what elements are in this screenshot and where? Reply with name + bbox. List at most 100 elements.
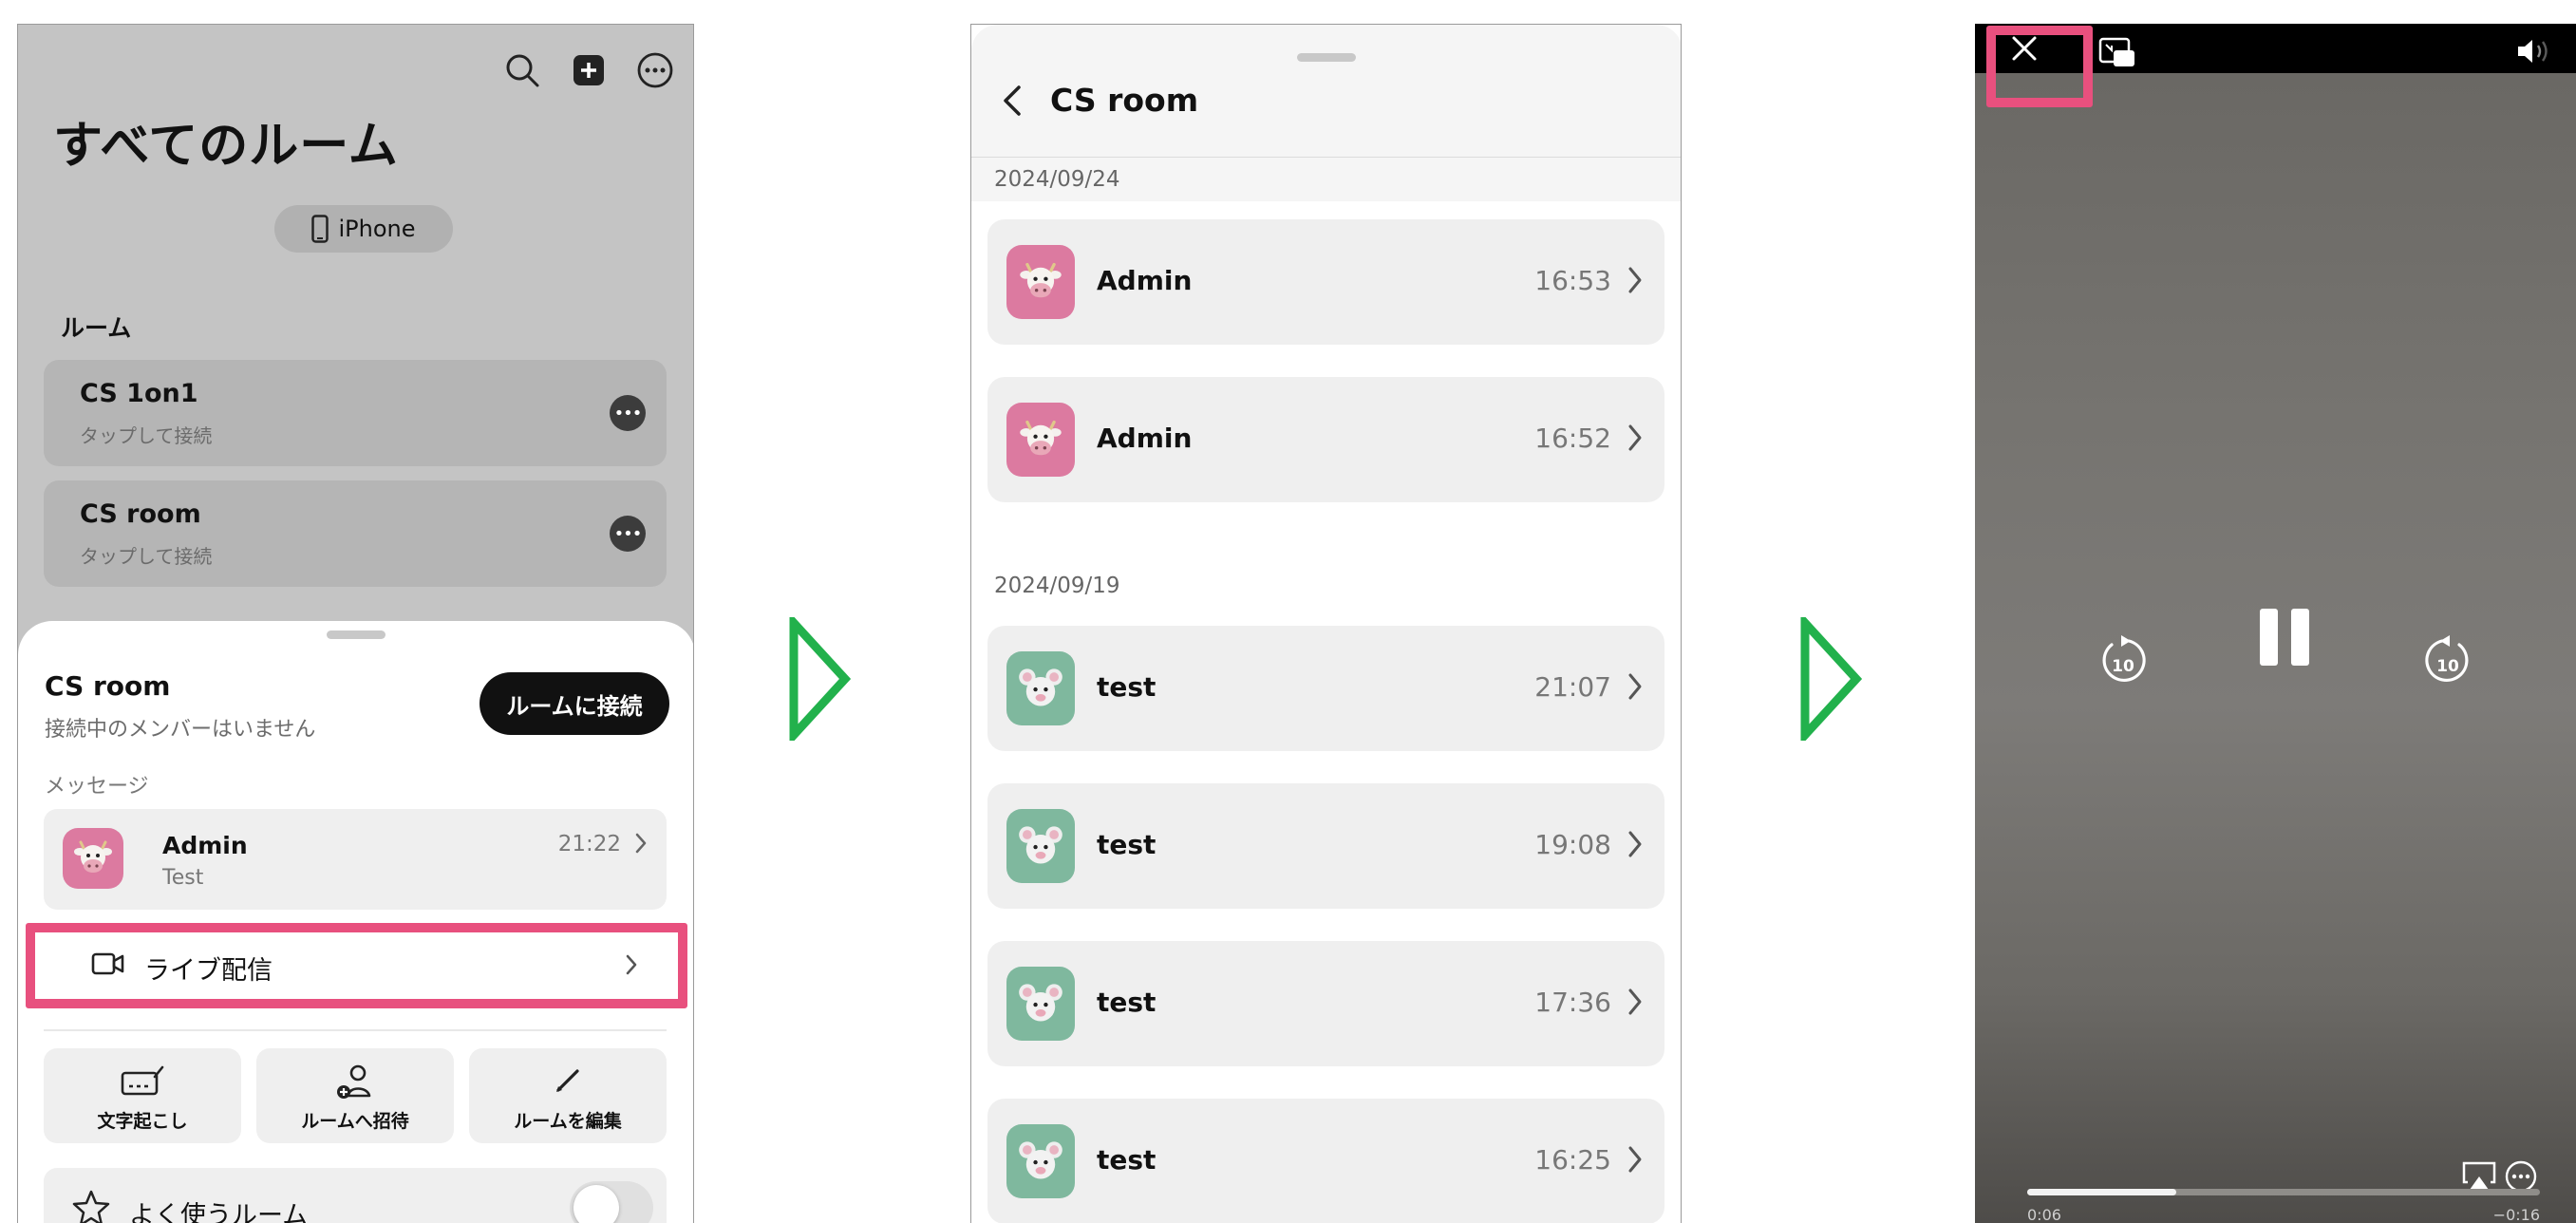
remaining-time: −0:16 bbox=[2492, 1206, 2540, 1223]
favorite-room-row: よく使うルーム bbox=[44, 1168, 667, 1223]
page-title: すべてのルーム bbox=[53, 118, 399, 175]
more-options-icon[interactable] bbox=[627, 42, 684, 99]
connect-room-button[interactable]: ルームに接続 bbox=[479, 672, 669, 735]
message-row[interactable]: Admin Test 21:22 bbox=[44, 809, 667, 910]
back-chevron-icon[interactable] bbox=[998, 82, 1026, 120]
recording-row[interactable]: test 19:08 bbox=[987, 783, 1664, 909]
progress-fill bbox=[2027, 1189, 2176, 1195]
toggle-knob bbox=[573, 1185, 619, 1223]
skip-back-10-icon[interactable]: 10 bbox=[2097, 631, 2150, 688]
recording-row[interactable]: Admin 16:52 bbox=[987, 377, 1664, 502]
skip-forward-10-icon[interactable]: 10 bbox=[2421, 631, 2474, 688]
recording-row[interactable]: test 21:07 bbox=[987, 626, 1664, 751]
sheet-room-status: 接続中のメンバーはいません bbox=[45, 718, 316, 742]
volume-icon[interactable] bbox=[2515, 37, 2555, 66]
recordings-screen: CS room 2024/09/24 Admin 16:53 Admin 16:… bbox=[970, 24, 1682, 1223]
edit-room-label: ルームを編集 bbox=[514, 1111, 622, 1132]
recording-time: 16:52 bbox=[1534, 423, 1611, 454]
recording-author: Admin bbox=[1097, 423, 1193, 454]
edit-room-button[interactable]: ルームを編集 bbox=[469, 1048, 667, 1143]
recording-time: 16:25 bbox=[1534, 1144, 1611, 1176]
pause-icon bbox=[2260, 609, 2309, 666]
skip-back-seconds: 10 bbox=[2112, 657, 2134, 676]
sheet-grabber[interactable] bbox=[1297, 53, 1356, 62]
rooms-screen: すべてのルーム iPhone ルーム CS 1on1 タップして接続 ••• C… bbox=[17, 24, 694, 1223]
room-more-icon[interactable]: ••• bbox=[610, 516, 646, 552]
device-label: iPhone bbox=[338, 216, 416, 242]
video-player-screen: 10 10 0:06 −0:16 bbox=[1975, 24, 2576, 1223]
highlight-box bbox=[26, 923, 687, 1008]
chevron-right-icon bbox=[1628, 424, 1642, 451]
mouse-emoji-icon bbox=[1019, 668, 1062, 706]
chevron-right-icon bbox=[1628, 267, 1642, 293]
mouse-emoji-icon bbox=[1019, 984, 1062, 1022]
chevron-right-icon bbox=[635, 833, 647, 854]
avatar bbox=[1006, 403, 1075, 477]
cow-emoji-icon bbox=[74, 840, 112, 873]
star-icon bbox=[72, 1190, 110, 1223]
room-name: CS 1on1 bbox=[80, 379, 198, 408]
transcribe-button[interactable]: 文字起こし bbox=[44, 1048, 241, 1143]
mouse-emoji-icon bbox=[1019, 826, 1062, 864]
add-person-icon bbox=[337, 1064, 371, 1099]
top-toolbar bbox=[494, 42, 693, 99]
date-header: 2024/09/19 bbox=[994, 574, 1120, 598]
recording-row[interactable]: Admin 16:53 bbox=[987, 219, 1664, 345]
sheet-room-title: CS room bbox=[45, 670, 171, 702]
cow-emoji-icon bbox=[1020, 420, 1062, 456]
sheet-grabber[interactable] bbox=[327, 630, 385, 639]
chevron-right-icon bbox=[1628, 673, 1642, 700]
recording-time: 16:53 bbox=[1534, 265, 1611, 296]
room-card[interactable]: CS 1on1 タップして接続 ••• bbox=[44, 360, 667, 466]
airplay-icon[interactable] bbox=[2462, 1161, 2496, 1192]
add-room-icon[interactable] bbox=[560, 42, 617, 99]
recording-row[interactable]: test 17:36 bbox=[987, 941, 1664, 1066]
messages-label: メッセージ bbox=[45, 775, 149, 799]
recording-time: 19:08 bbox=[1534, 829, 1611, 860]
avatar bbox=[1006, 1124, 1075, 1198]
date-header: 2024/09/24 bbox=[994, 167, 1120, 192]
message-preview: Test bbox=[162, 866, 204, 890]
pencil-icon bbox=[556, 1069, 579, 1092]
rooms-section-label: ルーム bbox=[61, 314, 132, 342]
mouse-emoji-icon bbox=[1019, 1141, 1062, 1179]
chevron-right-icon bbox=[1628, 988, 1642, 1015]
room-name: CS room bbox=[80, 499, 201, 529]
divider bbox=[44, 1029, 667, 1031]
room-subtitle: タップして接続 bbox=[80, 545, 213, 568]
message-time: 21:22 bbox=[557, 832, 621, 856]
recording-time: 17:36 bbox=[1534, 987, 1611, 1018]
elapsed-time: 0:06 bbox=[2027, 1206, 2061, 1223]
transcribe-label: 文字起こし bbox=[97, 1111, 188, 1132]
skip-forward-seconds: 10 bbox=[2436, 657, 2459, 676]
avatar bbox=[63, 828, 123, 889]
favorite-toggle[interactable] bbox=[570, 1181, 653, 1223]
recording-author: test bbox=[1097, 987, 1156, 1018]
avatar bbox=[1006, 651, 1075, 725]
avatar bbox=[1006, 245, 1075, 319]
room-card[interactable]: CS room タップして接続 ••• bbox=[44, 480, 667, 587]
device-filter-pill[interactable]: iPhone bbox=[274, 205, 453, 253]
avatar bbox=[1006, 809, 1075, 883]
recording-author: test bbox=[1097, 829, 1156, 860]
phone-icon bbox=[311, 215, 329, 243]
cow-emoji-icon bbox=[1020, 262, 1062, 298]
message-sender: Admin bbox=[162, 832, 248, 859]
recording-row[interactable]: test 16:25 bbox=[987, 1099, 1664, 1223]
search-icon[interactable] bbox=[494, 42, 551, 99]
favorite-room-label: よく使うルーム bbox=[129, 1201, 309, 1223]
pause-button[interactable] bbox=[2258, 607, 2311, 668]
chevron-right-icon bbox=[1628, 831, 1642, 857]
screen-header: CS room bbox=[971, 25, 1681, 158]
room-subtitle: タップして接続 bbox=[80, 424, 213, 447]
avatar bbox=[1006, 967, 1075, 1041]
recording-author: test bbox=[1097, 1144, 1156, 1176]
page-title: CS room bbox=[1050, 82, 1199, 119]
room-more-icon[interactable]: ••• bbox=[610, 395, 646, 431]
recording-author: test bbox=[1097, 671, 1156, 703]
invite-button[interactable]: ルームへ招待 bbox=[256, 1048, 454, 1143]
picture-in-picture-icon[interactable] bbox=[2098, 37, 2138, 69]
progress-track[interactable] bbox=[2027, 1189, 2540, 1195]
step-arrow-icon bbox=[789, 617, 852, 741]
transcript-icon bbox=[121, 1065, 164, 1096]
